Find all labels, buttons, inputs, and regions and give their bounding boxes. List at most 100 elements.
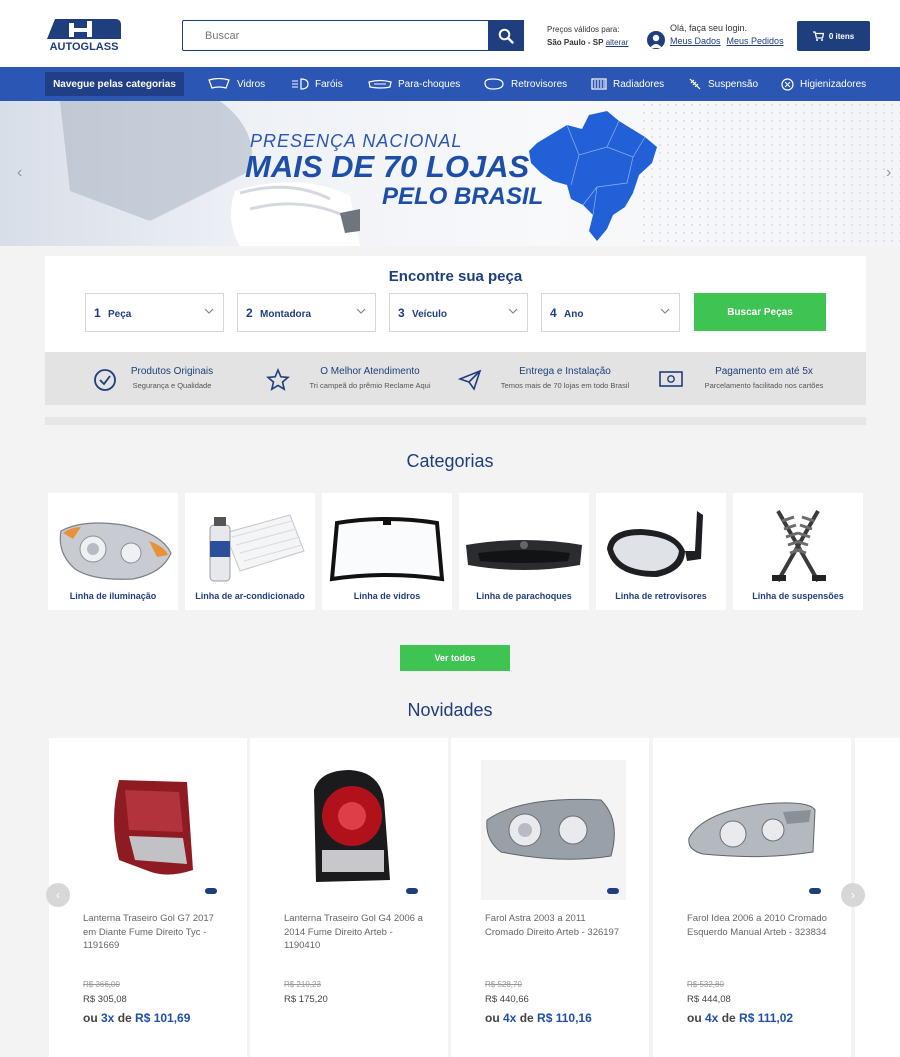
prices-location: São Paulo - SP (547, 38, 604, 47)
my-orders-link[interactable]: Meus Pedidos (727, 36, 784, 46)
feature-subtitle: Parcelamento facilitado nos cartões (704, 381, 824, 390)
login-greeting: Olá, faça seu login. (670, 23, 748, 33)
windshield-icon (208, 78, 230, 89)
autoglass-logo[interactable]: AUTOGLASS (45, 17, 123, 55)
product-name[interactable]: Lanterna Traseiro Gol G7 2017 em Diante … (83, 912, 223, 953)
search-icon (498, 28, 514, 44)
category-nav: Navegue pelas categorias Vidros Faróis P… (0, 67, 900, 101)
search-parts-button[interactable]: Buscar Peças (694, 293, 826, 331)
nav-item-farois[interactable]: Faróis (291, 67, 343, 101)
side-mirror-image (607, 511, 703, 577)
select-number: 2 (246, 306, 253, 320)
banner-prev-arrow[interactable]: ‹ (17, 164, 22, 182)
product-name[interactable]: Lanterna Traseiro Gol G4 2006 a 2014 Fum… (284, 912, 424, 953)
product-card[interactable]: Farol Idea 2006 a 2010 Cromado Esquerdo … (653, 738, 851, 1057)
search-box (182, 20, 524, 51)
category-label: Linha de parachoques (476, 591, 572, 601)
nav-label: Higienizadores (800, 78, 867, 90)
installments: ou 4x de R$ 111,02 (687, 1011, 794, 1025)
windshield-image (329, 517, 445, 582)
carousel-prev-button[interactable]: ‹ (46, 883, 70, 907)
paper-plane-icon (458, 369, 482, 391)
search-input[interactable] (183, 21, 483, 50)
category-card-iluminacao[interactable]: Linha de iluminação (48, 493, 178, 610)
nav-item-higienizadores[interactable]: Higienizadores (781, 67, 866, 101)
category-card-suspensoes[interactable]: Linha de suspensões (733, 493, 863, 610)
product-card[interactable]: Lanterna Traseiro Gol G7 2017 em Diante … (49, 738, 247, 1057)
category-label: Linha de vidros (353, 591, 421, 601)
site-header: AUTOGLASS Preços válidos para: São Paulo… (0, 0, 900, 67)
see-all-button[interactable]: Ver todos (400, 645, 510, 671)
nav-item-retrovisores[interactable]: Retrovisores (483, 67, 567, 101)
category-card-parachoques[interactable]: Linha de parachoques (459, 493, 589, 610)
features-bar: Produtos Originais Segurança e Qualidade… (45, 352, 866, 405)
category-label: Linha de retrovisores (615, 591, 707, 601)
carousel-next-button[interactable]: › (841, 883, 865, 907)
nav-item-parachoques[interactable]: Para-choques (368, 67, 460, 101)
suspension-icon (689, 78, 701, 90)
installments: ou 3x de R$ 101,69 (83, 1011, 191, 1025)
select-veiculo[interactable]: 3 Veículo (389, 293, 528, 332)
product-price: R$ 444,08 (687, 994, 731, 1005)
banner-next-arrow[interactable]: › (886, 164, 891, 182)
nav-item-vidros[interactable]: Vidros (207, 67, 265, 101)
product-name[interactable]: Farol Idea 2006 a 2010 Cromado Esquerdo … (687, 912, 827, 939)
bumper-image (466, 540, 582, 570)
change-location-link[interactable]: alterar (606, 38, 629, 47)
old-price: R$ 528,70 (485, 980, 522, 989)
headlight-icon (292, 78, 309, 90)
product-card[interactable]: Lanterna Traseiro Gol G4 2006 a 2014 Fum… (250, 738, 448, 1057)
feature-original: Produtos Originais Segurança e Qualidade (93, 352, 273, 405)
mirror-icon (484, 78, 504, 90)
select-peca[interactable]: 1 Peça (85, 293, 224, 332)
feature-title: Produtos Originais (130, 366, 214, 377)
category-card-retrovisores[interactable]: Linha de retrovisores (596, 493, 726, 610)
nav-item-suspensao[interactable]: Suspensão (688, 67, 758, 101)
nav-label: Para-choques (398, 78, 461, 90)
product-name[interactable]: Farol Astra 2003 a 2011 Cromado Direito … (485, 912, 625, 939)
my-data-link[interactable]: Meus Dados (670, 36, 721, 46)
category-card-ar-condicionado[interactable]: Linha de ar-condicionado (185, 493, 315, 610)
category-card-vidros[interactable]: Linha de vidros (322, 493, 452, 610)
select-label: Peça (108, 309, 132, 320)
money-icon (659, 371, 683, 387)
nav-label: Radiadores (613, 78, 665, 90)
tail-light-image (114, 780, 193, 875)
banner-line-2: MAIS DE 70 LOJAS (245, 149, 530, 184)
product-price: R$ 440,66 (485, 994, 529, 1005)
browse-categories-button[interactable]: Navegue pelas categorias (45, 72, 184, 96)
nav-label: Retrovisores (511, 78, 568, 90)
finder-title: Encontre sua peça (388, 268, 523, 285)
select-ano[interactable]: 4 Ano (541, 293, 680, 332)
brand-badge (607, 888, 619, 894)
select-number: 3 (398, 306, 405, 320)
feature-subtitle: Segurança e Qualidade (132, 381, 212, 390)
star-icon (266, 368, 290, 391)
prices-label: Preços válidos para: (547, 25, 620, 34)
feature-title: O Melhor Atendimento (320, 366, 420, 377)
chevron-down-icon (356, 308, 366, 314)
old-price: R$ 532,80 (687, 980, 724, 989)
cart-icon (812, 31, 824, 41)
nav-item-radiadores[interactable]: Radiadores (591, 67, 664, 101)
search-button[interactable] (488, 20, 524, 51)
select-label: Veículo (412, 309, 448, 320)
hero-banner[interactable]: PRESENÇA NACIONAL MAIS DE 70 LOJAS PELO … (0, 101, 900, 246)
cart-button[interactable]: 0 itens (797, 21, 870, 51)
ac-filter-image (209, 514, 305, 582)
product-card[interactable]: Farol Astra 2003 a 2011 Cromado Direito … (451, 738, 649, 1057)
old-price: R$ 210,23 (284, 980, 321, 989)
select-montadora[interactable]: 2 Montadora (237, 293, 376, 332)
brand-badge (406, 888, 418, 894)
check-circle-icon (94, 369, 116, 391)
select-label: Montadora (260, 309, 312, 320)
bumper-icon (368, 79, 392, 89)
feature-title: Entrega e Instalação (519, 366, 611, 377)
feature-subtitle: Tri campeã do prêmio Reclame Aqui (309, 381, 431, 390)
old-price: R$ 366,00 (83, 980, 120, 989)
headlight-image (688, 802, 816, 858)
sanitizer-icon (781, 77, 794, 91)
price-region: Preços válidos para: São Paulo - SP alte… (547, 23, 628, 49)
user-icon[interactable] (647, 31, 665, 49)
nav-label: Faróis (315, 78, 343, 90)
